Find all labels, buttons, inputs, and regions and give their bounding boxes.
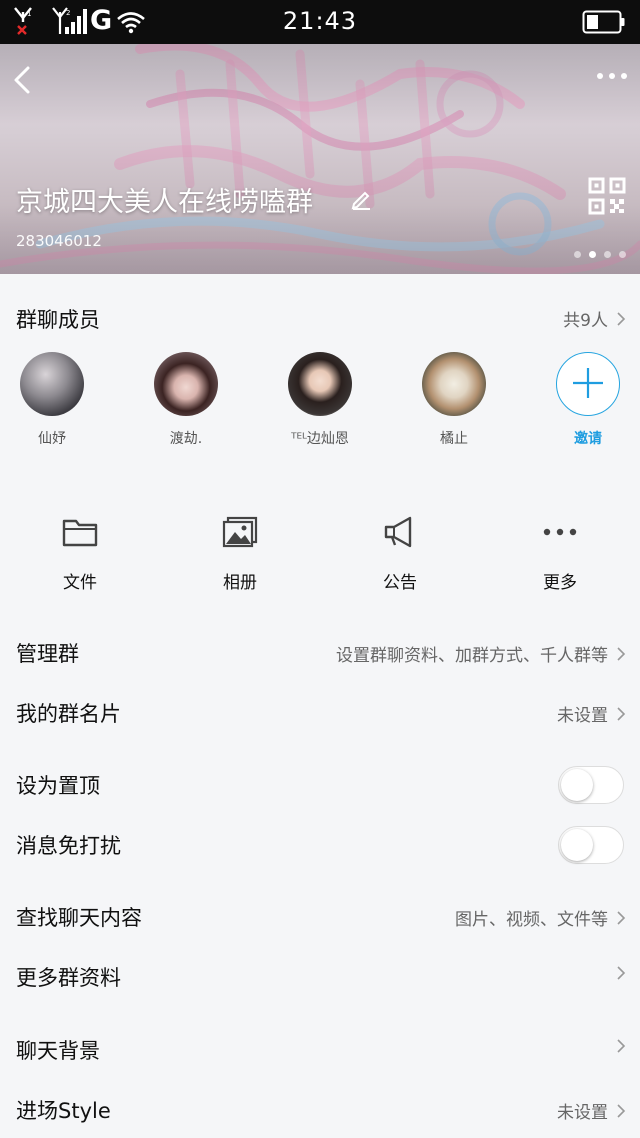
members-title: 群聊成员 bbox=[16, 308, 100, 332]
manage-group-row[interactable]: 管理群 设置群聊资料、加群方式、千人群等 bbox=[0, 622, 640, 682]
quick-actions: 文件 相册 公告 更多 bbox=[0, 490, 640, 610]
search-chat-row[interactable]: 查找聊天内容 图片、视频、文件等 bbox=[0, 886, 640, 946]
manage-group-label: 管理群 bbox=[16, 642, 79, 666]
my-group-card-value: 未设置 bbox=[557, 706, 608, 726]
more-group-info-label: 更多群资料 bbox=[16, 966, 121, 990]
banner-page-indicator bbox=[574, 251, 626, 258]
group-members-section: 群聊成员 共9人 仙妤 渡劫. ᵀᴱᴸ边灿恩 橘止 邀请 bbox=[0, 274, 640, 474]
status-bar: 1 2 G 21:43 bbox=[0, 0, 640, 44]
members-count-link[interactable]: 共9人 bbox=[563, 306, 626, 331]
qr-code-icon[interactable] bbox=[588, 177, 626, 215]
invite-member-button[interactable]: 邀请 bbox=[538, 352, 638, 448]
member-name: 橘止 bbox=[440, 431, 468, 447]
pin-top-toggle[interactable] bbox=[558, 766, 624, 804]
invite-label: 邀请 bbox=[574, 431, 602, 447]
chevron-right-icon bbox=[617, 1039, 626, 1053]
avatar[interactable] bbox=[154, 352, 218, 416]
chevron-right-icon bbox=[617, 706, 626, 721]
chat-background-label: 聊天背景 bbox=[16, 1039, 100, 1063]
clock: 21:43 bbox=[282, 7, 358, 35]
entrance-style-row[interactable]: 进场Style 未设置 bbox=[0, 1079, 640, 1138]
album-label: 相册 bbox=[223, 573, 257, 593]
megaphone-icon bbox=[384, 516, 412, 548]
files-button[interactable]: 文件 bbox=[0, 512, 160, 593]
member-avatar-item[interactable]: 渡劫. bbox=[136, 352, 236, 448]
mute-row: 消息免打扰 bbox=[0, 814, 640, 874]
album-icon bbox=[222, 516, 258, 548]
chevron-right-icon bbox=[617, 1103, 626, 1118]
member-avatar-item[interactable]: 仙妤 bbox=[2, 352, 102, 448]
my-group-card-label: 我的群名片 bbox=[16, 702, 121, 726]
back-arrow-icon[interactable] bbox=[8, 62, 40, 98]
avatar[interactable] bbox=[422, 352, 486, 416]
pin-top-row: 设为置顶 bbox=[0, 754, 640, 814]
manage-group-value: 设置群聊资料、加群方式、千人群等 bbox=[336, 646, 608, 666]
member-name: 渡劫. bbox=[169, 431, 203, 447]
files-label: 文件 bbox=[63, 573, 97, 593]
more-actions-label: 更多 bbox=[543, 573, 577, 593]
announcement-label: 公告 bbox=[383, 573, 417, 593]
more-dots-icon bbox=[543, 528, 577, 536]
search-chat-value: 图片、视频、文件等 bbox=[455, 910, 608, 930]
mute-toggle[interactable] bbox=[558, 826, 624, 864]
search-chat-label: 查找聊天内容 bbox=[16, 906, 142, 930]
avatar[interactable] bbox=[288, 352, 352, 416]
more-group-info-row[interactable]: 更多群资料 bbox=[0, 946, 640, 1006]
chevron-right-icon bbox=[617, 311, 626, 326]
pin-top-label: 设为置顶 bbox=[16, 774, 100, 798]
member-avatar-item[interactable]: 橘止 bbox=[404, 352, 504, 448]
members-count: 共9人 bbox=[563, 311, 608, 331]
battery-icon bbox=[582, 10, 625, 34]
announcement-button[interactable]: 公告 bbox=[320, 512, 480, 593]
more-options-icon[interactable] bbox=[594, 66, 630, 86]
group-header-banner: 京城四大美人在线唠嗑群 283046012 bbox=[0, 44, 640, 274]
entrance-style-label: 进场Style bbox=[16, 1099, 111, 1123]
chevron-right-icon bbox=[617, 646, 626, 661]
avatar[interactable] bbox=[20, 352, 84, 416]
entrance-style-value: 未设置 bbox=[557, 1103, 608, 1123]
chevron-right-icon bbox=[617, 966, 626, 980]
chevron-right-icon bbox=[617, 910, 626, 925]
group-id: 283046012 bbox=[16, 232, 102, 250]
more-actions-button[interactable]: 更多 bbox=[480, 512, 640, 593]
mute-label: 消息免打扰 bbox=[16, 834, 121, 858]
member-avatar-item[interactable]: ᵀᴱᴸ边灿恩 bbox=[270, 352, 370, 448]
member-name: 仙妤 bbox=[38, 431, 66, 447]
edit-pencil-icon[interactable] bbox=[350, 188, 372, 210]
chat-background-row[interactable]: 聊天背景 bbox=[0, 1019, 640, 1079]
album-button[interactable]: 相册 bbox=[160, 512, 320, 593]
folder-icon bbox=[62, 519, 98, 547]
invite-plus-icon[interactable] bbox=[556, 352, 620, 416]
my-group-card-row[interactable]: 我的群名片 未设置 bbox=[0, 682, 640, 742]
member-name: ᵀᴱᴸ边灿恩 bbox=[291, 431, 349, 447]
group-name[interactable]: 京城四大美人在线唠嗑群 bbox=[16, 180, 313, 219]
